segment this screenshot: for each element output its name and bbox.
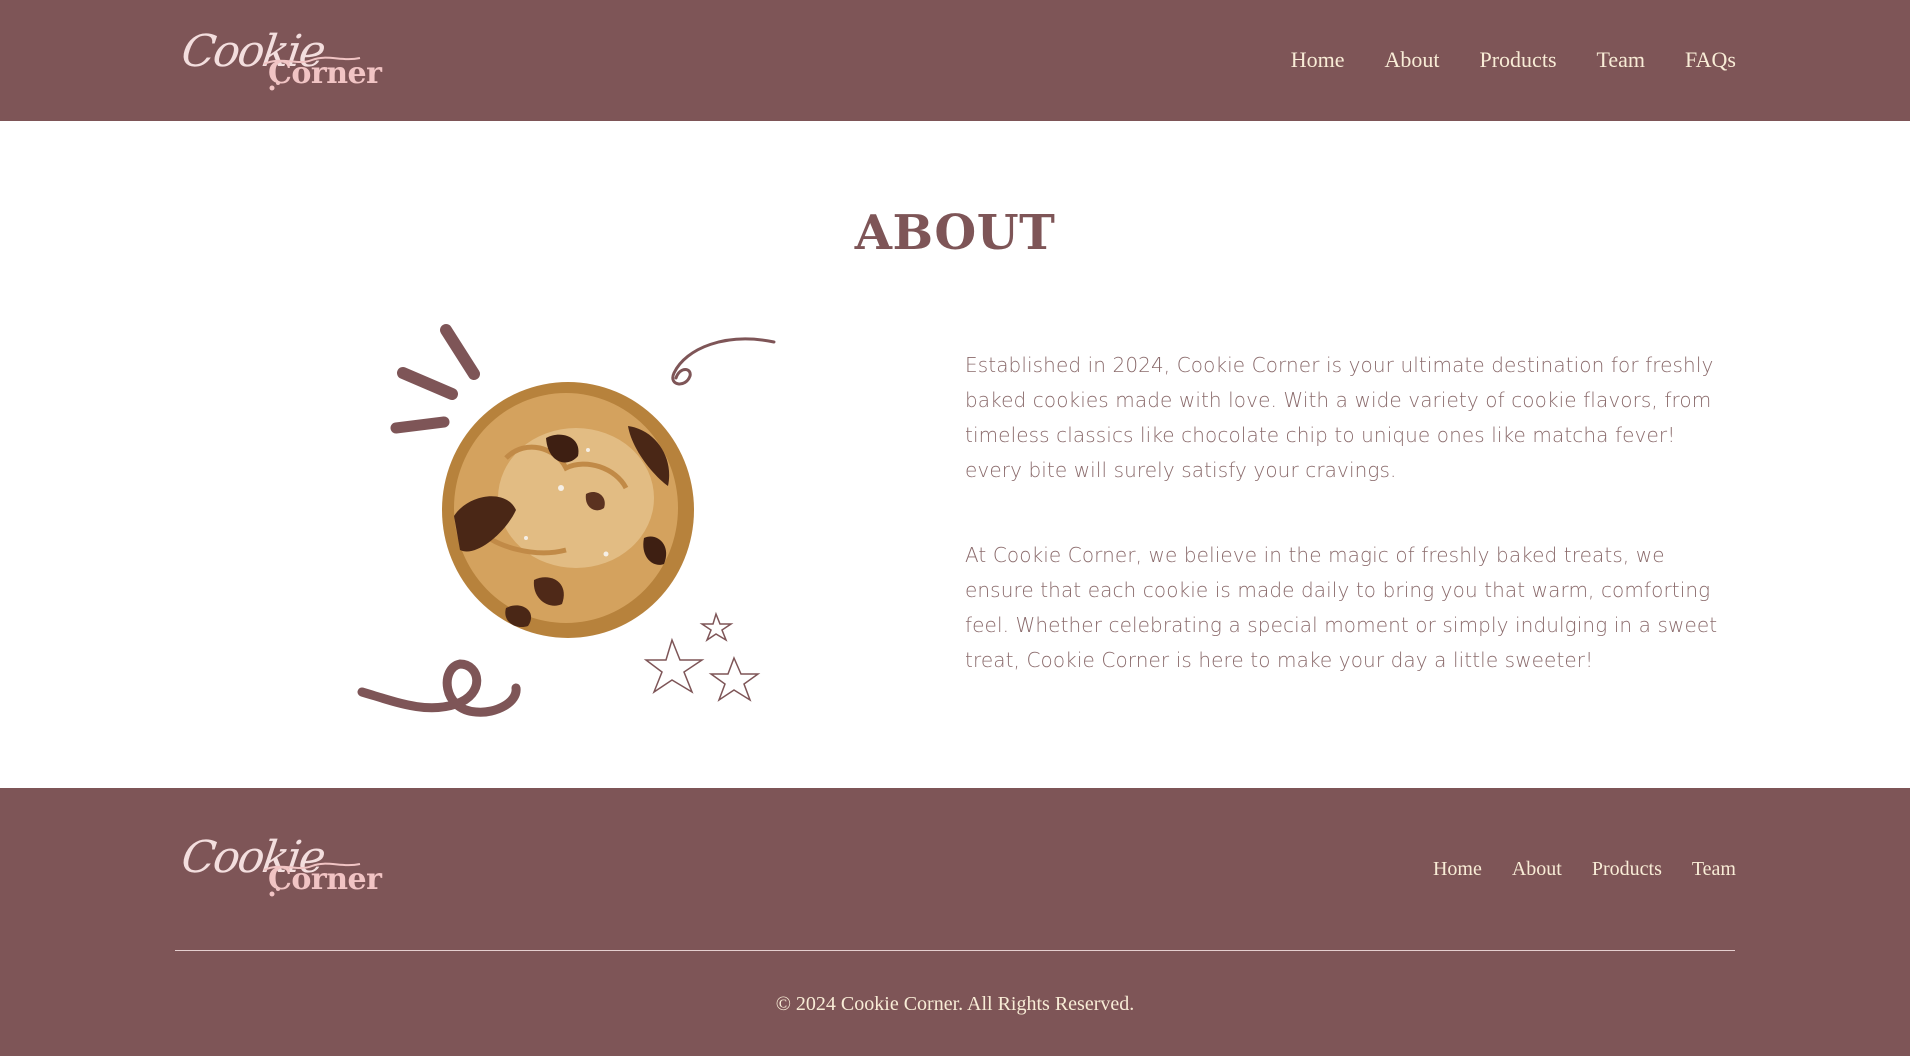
footer-nav-team[interactable]: Team [1692, 858, 1736, 881]
footer-nav-about[interactable]: About [1512, 858, 1562, 881]
nav-products[interactable]: Products [1480, 47, 1557, 73]
cookie-icon [357, 324, 776, 717]
nav-about[interactable]: About [1385, 47, 1440, 73]
cookie-illustration [356, 318, 786, 718]
site-footer: Cookie Corner Home About Products Team ©… [0, 788, 1910, 1056]
main-nav: Home About Products Team FAQs [1291, 47, 1736, 73]
header-logo[interactable]: Cookie Corner [178, 26, 382, 96]
footer-nav: Home About Products Team [1433, 858, 1736, 881]
site-header: Cookie Corner Home About Products Team F… [0, 0, 1910, 121]
page-title: ABOUT [854, 205, 1056, 261]
nav-team[interactable]: Team [1597, 47, 1646, 73]
about-paragraph-1: Established in 2024, Cookie Corner is yo… [965, 353, 1714, 482]
about-text: Established in 2024, Cookie Corner is yo… [965, 348, 1725, 728]
footer-nav-products[interactable]: Products [1592, 858, 1662, 881]
footer-logo[interactable]: Cookie Corner [178, 832, 382, 902]
logo-swash-icon [263, 56, 361, 91]
footer-logo-swash-icon [263, 862, 361, 897]
nav-faqs[interactable]: FAQs [1685, 47, 1736, 73]
footer-nav-home[interactable]: Home [1433, 858, 1482, 881]
footer-divider [175, 950, 1735, 951]
nav-home[interactable]: Home [1291, 47, 1345, 73]
copyright-text: © 2024 Cookie Corner. All Rights Reserve… [775, 993, 1135, 1015]
about-paragraph-2: At Cookie Corner, we believe in the magi… [965, 543, 1718, 672]
